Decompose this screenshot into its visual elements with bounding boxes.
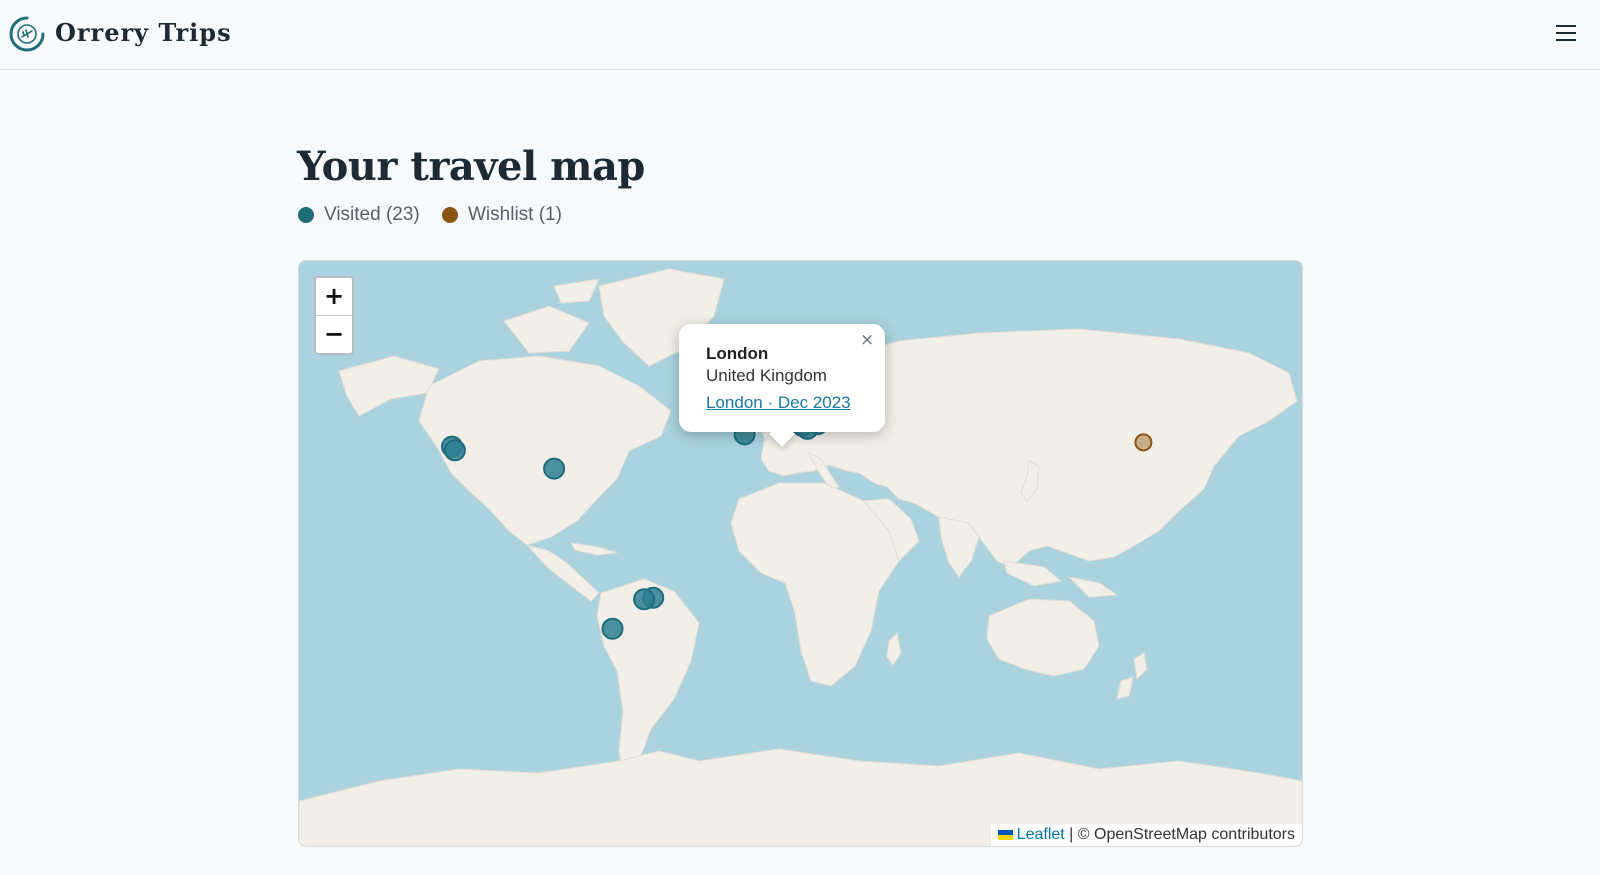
compass-plane-icon[interactable]: [9, 16, 45, 52]
location-popup: × London United Kingdom London · Dec 202…: [679, 324, 885, 447]
hamburger-menu-icon[interactable]: [1553, 20, 1579, 46]
visited-marker[interactable]: [543, 457, 566, 480]
page-title: Your travel map: [297, 143, 645, 190]
legend-visited-label: Visited (23): [324, 204, 420, 225]
visited-marker[interactable]: [601, 617, 624, 640]
popup-trip-link[interactable]: London · Dec 2023: [706, 393, 851, 413]
wishlist-dot-icon: [442, 207, 458, 223]
popup-title: London: [706, 344, 769, 363]
zoom-control: + −: [314, 276, 354, 355]
wishlist-marker[interactable]: [1134, 433, 1153, 452]
travel-map[interactable]: + − × London United Kingdom London · Dec…: [298, 260, 1303, 847]
ukraine-flag-icon: [997, 830, 1013, 840]
leaflet-link[interactable]: Leaflet: [1017, 826, 1065, 843]
map-attribution: Leaflet | © OpenStreetMap contributors: [990, 824, 1302, 846]
visited-dot-icon: [298, 207, 314, 223]
osm-attribution: © OpenStreetMap contributors: [1077, 826, 1295, 843]
top-navigation-bar: Orrery Trips: [0, 0, 1600, 70]
zoom-in-button[interactable]: +: [316, 278, 352, 316]
brand-name[interactable]: Orrery Trips: [55, 18, 232, 47]
close-icon[interactable]: ×: [860, 330, 874, 350]
popup-country: United Kingdom: [706, 366, 827, 385]
attribution-separator: |: [1064, 826, 1078, 843]
zoom-out-button[interactable]: −: [316, 316, 352, 353]
visited-marker[interactable]: [633, 588, 656, 611]
legend-wishlist-label: Wishlist (1): [468, 204, 562, 225]
visited-marker[interactable]: [443, 439, 466, 462]
